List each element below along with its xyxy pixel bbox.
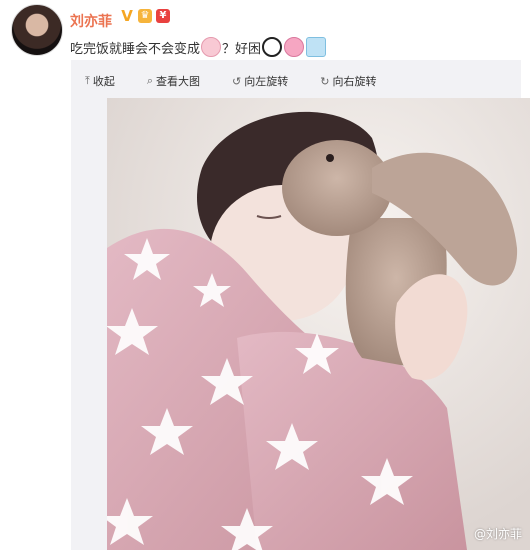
post-text-part2: ？好困 (222, 41, 262, 57)
rotate-right-label: 向右旋转 (332, 75, 377, 88)
photo-illustration (107, 98, 530, 550)
rotate-left-label: 向左旋转 (244, 75, 289, 88)
user-avatar[interactable] (11, 4, 63, 56)
pink-smile-emoji-icon (284, 37, 305, 57)
post-text-part1: 吃完饭就睡会不会变成 (70, 41, 201, 57)
sleepy-emoji-icon (306, 37, 327, 57)
view-large-button[interactable]: ⌕ 查看大图 (133, 70, 200, 92)
member-badge-icon[interactable]: ♛ (138, 9, 152, 23)
photo-watermark: @刘亦菲 (473, 527, 522, 541)
bunny-eye (326, 154, 334, 162)
pig-emoji-icon (201, 37, 222, 57)
search-icon: ⌕ (146, 74, 154, 87)
rotate-right-icon: ↻ (320, 74, 330, 88)
collapse-label: 收起 (92, 75, 115, 88)
username-link[interactable]: 刘亦菲 (70, 11, 112, 31)
rotate-left-icon: ↺ (232, 74, 242, 88)
arrow-up-icon: ⤒ (85, 74, 90, 87)
red-envelope-badge-icon[interactable]: ¥ (156, 9, 170, 23)
image-toolbar: ⤒ 收起 ⌕ 查看大图 ↺ 向左旋转 ↻ 向右旋转 (71, 70, 376, 92)
collapse-button[interactable]: ⤒ 收起 (71, 70, 115, 92)
verified-badge-icon[interactable]: V (120, 9, 134, 24)
user-badges: V ♛ ¥ (120, 9, 170, 24)
view-large-label: 查看大图 (156, 75, 201, 88)
rotate-right-button[interactable]: ↻ 向右旋转 (306, 70, 376, 92)
panda-emoji-icon (262, 37, 283, 57)
post-text: 吃完饭就睡会不会变成 ？好困 (70, 37, 327, 57)
post-photo[interactable]: @刘亦菲 (107, 98, 530, 550)
rotate-left-button[interactable]: ↺ 向左旋转 (218, 70, 288, 92)
